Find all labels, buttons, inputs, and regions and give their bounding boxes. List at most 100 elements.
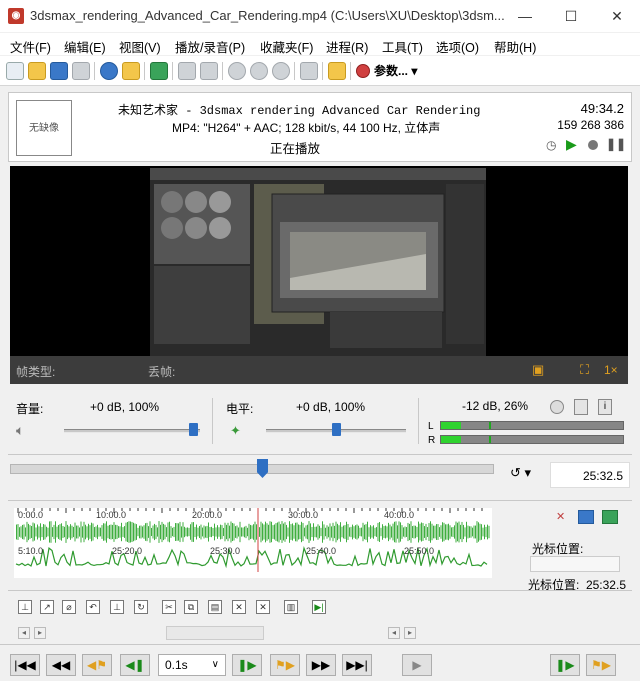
waveform-bar: [70, 524, 71, 540]
maximize-button[interactable]: ☐: [548, 0, 594, 32]
scroll-right-icon[interactable]: ▸: [34, 627, 46, 639]
crop-icon[interactable]: ✕: [256, 600, 270, 614]
step-size-select[interactable]: 0.1s ∨: [158, 654, 226, 676]
record-dot-icon[interactable]: [356, 64, 370, 78]
open-url-icon[interactable]: [50, 62, 68, 80]
waveform-bar: [172, 527, 173, 537]
pan-thumb[interactable]: [332, 423, 341, 436]
zoom-right-icon[interactable]: ▸: [404, 627, 416, 639]
set-end-icon[interactable]: ⊥: [110, 600, 124, 614]
position-thumb[interactable]: [257, 459, 268, 478]
zoom-scrollbar[interactable]: [166, 626, 264, 640]
magic-wand-icon[interactable]: ✦: [230, 423, 241, 439]
stop-dot-icon[interactable]: [588, 140, 598, 150]
refresh-icon[interactable]: [150, 62, 168, 80]
video-mode-icon[interactable]: ▣: [532, 362, 544, 378]
notes-icon[interactable]: [122, 62, 140, 80]
copy-icon[interactable]: ⧉: [184, 600, 198, 614]
save-selection-icon[interactable]: ▥: [284, 600, 298, 614]
menu-edit[interactable]: 编辑(E): [64, 37, 106, 56]
cut-icon[interactable]: ✂: [162, 600, 176, 614]
menu-process[interactable]: 进程(R): [326, 37, 368, 56]
play-selection-button[interactable]: ❚▶: [550, 654, 580, 676]
new-icon[interactable]: [6, 62, 24, 80]
menu-options[interactable]: 选项(O): [436, 37, 479, 56]
close-button[interactable]: ✕: [594, 0, 640, 32]
play-to-button[interactable]: ▶: [402, 654, 432, 676]
menu-tools[interactable]: 工具(T): [382, 37, 423, 56]
step-forward-button[interactable]: ❚▶: [232, 654, 262, 676]
menu-playback[interactable]: 播放/录音(P): [175, 37, 245, 56]
wrench-icon[interactable]: [328, 62, 346, 80]
waveform-graph: [15, 508, 490, 572]
back-icon[interactable]: ↶: [86, 600, 100, 614]
record-icon[interactable]: [228, 62, 246, 80]
video-display[interactable]: [10, 166, 628, 356]
paste-icon[interactable]: ▤: [208, 600, 222, 614]
waveform-bar: [254, 521, 256, 543]
waveform-bar: [448, 523, 449, 541]
settings-icon[interactable]: [300, 62, 318, 80]
clock-icon[interactable]: [250, 62, 268, 80]
undo-icon[interactable]: [178, 62, 196, 80]
waveform-bar: [388, 522, 389, 542]
rewind-button[interactable]: ◀◀: [46, 654, 76, 676]
audio-effects-icon[interactable]: [550, 400, 564, 414]
prev-marker-button[interactable]: ◀⚑: [82, 654, 112, 676]
play-selection-icon[interactable]: ↗: [40, 600, 54, 614]
go-end-button[interactable]: ▶▶|: [342, 654, 372, 676]
info-icon[interactable]: [100, 62, 118, 80]
loop-icon[interactable]: ↺ ▾: [510, 465, 531, 481]
timer-icon[interactable]: ◷: [546, 138, 556, 152]
redo-icon[interactable]: [200, 62, 218, 80]
waveform-bar: [392, 523, 394, 541]
marker-list-icon[interactable]: [578, 510, 594, 524]
cursor-position-field[interactable]: [530, 556, 620, 572]
waveform-bar: [460, 524, 461, 540]
stop-icon[interactable]: [272, 62, 290, 80]
add-marker-icon[interactable]: [602, 510, 618, 524]
fast-forward-button[interactable]: ▶▶: [306, 654, 336, 676]
menu-view[interactable]: 视图(V): [119, 37, 161, 56]
menu-help[interactable]: 帮助(H): [494, 37, 536, 56]
step-back-button[interactable]: ◀❚: [120, 654, 150, 676]
zoom-left-icon[interactable]: ◂: [388, 627, 400, 639]
delete-icon[interactable]: ✕: [232, 600, 246, 614]
waveform-bar: [22, 524, 23, 540]
waveform-bar: [43, 524, 44, 540]
volume-thumb[interactable]: [189, 423, 199, 436]
waveform-bar: [182, 522, 184, 542]
waveform-bar: [194, 526, 196, 538]
info-small-icon[interactable]: i: [598, 399, 612, 415]
waveform-bar: [391, 526, 392, 538]
menu-favorites[interactable]: 收藏夹(F): [260, 37, 313, 56]
fullscreen-icon[interactable]: ⛶: [580, 362, 589, 378]
go-start-button[interactable]: |◀◀: [10, 654, 40, 676]
save-icon[interactable]: [72, 62, 90, 80]
goto-end-icon[interactable]: ▶|: [312, 600, 326, 614]
waveform-bar: [149, 521, 151, 543]
play-icon[interactable]: ▶: [566, 136, 577, 153]
restore-icon[interactable]: ↻: [134, 600, 148, 614]
params-button[interactable]: 参数... ▾: [374, 62, 417, 79]
waveform-view[interactable]: [14, 508, 492, 578]
position-slider[interactable]: [10, 464, 494, 474]
next-marker-button[interactable]: ⚑▶: [270, 654, 300, 676]
volume-slider[interactable]: [64, 429, 200, 433]
delete-marker-icon[interactable]: ✕: [556, 510, 570, 524]
select-icon[interactable]: ⌀: [62, 600, 76, 614]
cover-image: 无缺像: [16, 100, 72, 156]
bookmark-button[interactable]: ⚑▶: [586, 654, 616, 676]
waveform-bar: [89, 525, 91, 539]
waveform-bar: [107, 525, 109, 539]
set-start-icon[interactable]: ⊥: [18, 600, 32, 614]
speaker-icon[interactable]: 🔈︎: [16, 422, 24, 439]
scroll-left-icon[interactable]: ◂: [18, 627, 30, 639]
document-icon[interactable]: [574, 399, 588, 415]
menu-file[interactable]: 文件(F): [10, 37, 51, 56]
open-folder-icon[interactable]: [28, 62, 46, 80]
pause-icon[interactable]: ❚❚: [606, 137, 626, 151]
waveform-bar: [358, 525, 359, 539]
minimize-button[interactable]: —: [502, 0, 548, 32]
speed-label[interactable]: 1×: [604, 363, 618, 377]
